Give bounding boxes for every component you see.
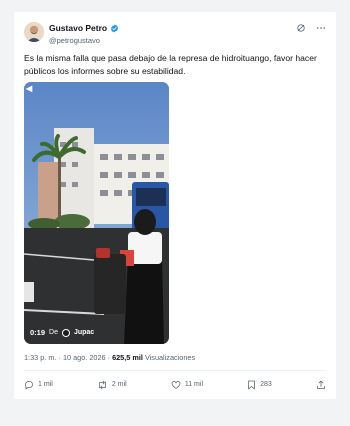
view-count: 625,5 mil bbox=[112, 353, 143, 362]
header-actions bbox=[296, 22, 326, 34]
bookmark-count: 283 bbox=[260, 381, 272, 388]
share-icon bbox=[317, 380, 325, 389]
repost-button[interactable]: 2 mil bbox=[97, 380, 127, 390]
video-overlay: 0:19 De Jupac bbox=[30, 328, 94, 337]
bookmark-icon bbox=[248, 380, 256, 389]
views-label: Visualizaciones bbox=[144, 353, 196, 362]
like-count: 11 mil bbox=[184, 381, 203, 388]
share-button[interactable] bbox=[316, 380, 326, 390]
action-bar: 1 mil 2 mil 11 mil 283 bbox=[24, 370, 326, 390]
tweet-time[interactable]: 1:33 p. m. bbox=[24, 353, 56, 362]
tweet-header: Gustavo Petro @petrogustavo bbox=[24, 22, 326, 52]
tweet-card: Gustavo Petro @petrogustavo Es la misma … bbox=[14, 12, 336, 399]
author-display-name[interactable]: Gustavo Petro bbox=[49, 23, 107, 33]
author-names: Gustavo Petro @petrogustavo bbox=[49, 22, 119, 45]
repost-count: 2 mil bbox=[111, 381, 127, 388]
more-icon[interactable] bbox=[316, 23, 326, 33]
repost-icon bbox=[99, 380, 106, 389]
tweet-text: Es la misma falla que pasa debajo de la … bbox=[24, 53, 317, 76]
reply-icon bbox=[25, 380, 33, 389]
bookmark-button[interactable]: 283 bbox=[247, 380, 272, 390]
video-frame bbox=[24, 82, 169, 344]
reply-button[interactable]: 1 mil bbox=[24, 380, 53, 390]
corner-logo-icon: ◀ bbox=[26, 84, 33, 93]
source-avatar-icon bbox=[61, 328, 70, 337]
verified-badge-icon bbox=[111, 24, 119, 32]
tweet-date[interactable]: 10 ago. 2026 bbox=[63, 353, 106, 362]
author-handle[interactable]: @petrogustavo bbox=[49, 36, 119, 45]
tweet-meta: 1:33 p. m. · 10 ago. 2026 · 625,5 mil Vi… bbox=[24, 353, 195, 362]
video-player[interactable]: ◀ 0:19 De Jupac bbox=[24, 82, 169, 344]
grok-icon[interactable] bbox=[296, 23, 306, 33]
video-duration: 0:19 bbox=[30, 328, 46, 337]
heart-icon bbox=[171, 380, 181, 389]
reply-count: 1 mil bbox=[38, 381, 53, 388]
like-button[interactable]: 11 mil bbox=[171, 380, 203, 390]
video-from-label: De bbox=[49, 329, 58, 336]
video-source[interactable]: Jupac bbox=[74, 329, 94, 336]
avatar[interactable] bbox=[24, 22, 44, 42]
